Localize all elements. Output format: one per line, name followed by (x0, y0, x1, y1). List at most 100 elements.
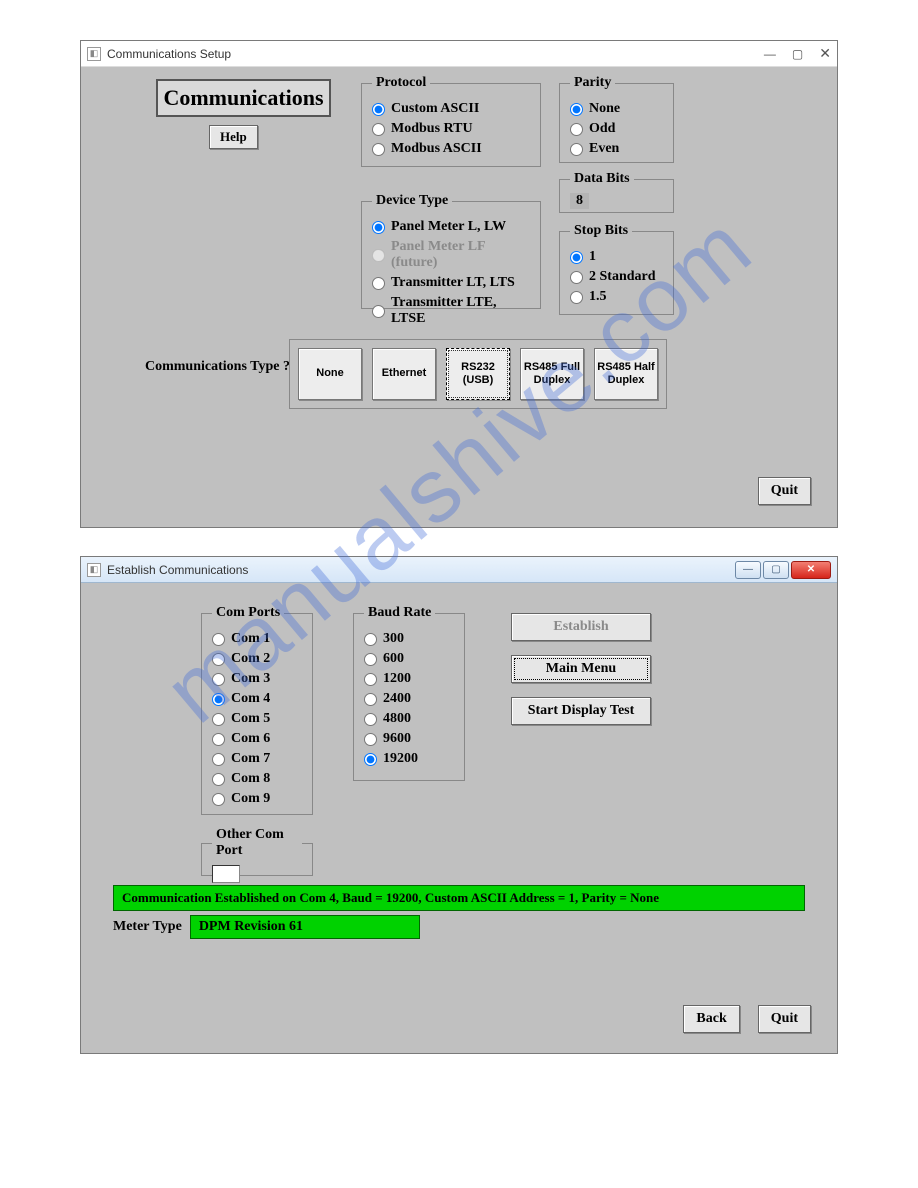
protocol-radio[interactable] (372, 143, 385, 156)
stopbits-radio[interactable] (570, 251, 583, 264)
comport-option[interactable]: Com 2 (212, 651, 302, 667)
group-parity-legend: Parity (570, 75, 615, 91)
group-protocol-legend: Protocol (372, 75, 430, 91)
device-option[interactable]: Panel Meter L, LW (372, 219, 530, 235)
close-icon[interactable]: ✕ (819, 45, 831, 62)
protocol-option[interactable]: Modbus RTU (372, 121, 530, 137)
baud-radio[interactable] (364, 673, 377, 686)
baud-option[interactable]: 9600 (364, 731, 454, 747)
comport-option[interactable]: Com 5 (212, 711, 302, 727)
parity-radio[interactable] (570, 143, 583, 156)
device-radio[interactable] (372, 277, 385, 290)
group-other-legend: Other Com Port (212, 827, 302, 859)
baud-radio[interactable] (364, 693, 377, 706)
group-baud-rate: Baud Rate 300600120024004800960019200 (353, 605, 465, 781)
bottom-buttons: Back Quit (683, 1005, 811, 1033)
commtype-button[interactable]: None (298, 348, 362, 400)
window-title: Communications Setup (107, 47, 231, 61)
maximize-icon[interactable]: ▢ (792, 47, 803, 61)
protocol-label: Modbus RTU (391, 121, 473, 137)
minimize-icon[interactable]: — (735, 561, 761, 579)
baud-option[interactable]: 19200 (364, 751, 454, 767)
stopbits-radio[interactable] (570, 291, 583, 304)
comport-option[interactable]: Com 4 (212, 691, 302, 707)
help-button[interactable]: Help (209, 125, 258, 149)
minimize-icon[interactable]: — (764, 47, 776, 61)
device-option[interactable]: Transmitter LT, LTS (372, 275, 530, 291)
comport-radio[interactable] (212, 673, 225, 686)
baud-option[interactable]: 600 (364, 651, 454, 667)
establish-button[interactable]: Establish (511, 613, 651, 641)
baud-radio[interactable] (364, 753, 377, 766)
stopbits-label: 2 Standard (589, 269, 656, 285)
protocol-radio[interactable] (372, 123, 385, 136)
comport-radio[interactable] (212, 773, 225, 786)
start-display-test-button[interactable]: Start Display Test (511, 697, 651, 725)
baud-option[interactable]: 4800 (364, 711, 454, 727)
comport-radio[interactable] (212, 793, 225, 806)
stopbits-option[interactable]: 1 (570, 249, 663, 265)
stopbits-radio[interactable] (570, 271, 583, 284)
baud-option[interactable]: 1200 (364, 671, 454, 687)
comport-label: Com 5 (231, 711, 270, 727)
comport-option[interactable]: Com 6 (212, 731, 302, 747)
comport-radio[interactable] (212, 633, 225, 646)
comport-option[interactable]: Com 3 (212, 671, 302, 687)
baud-radio[interactable] (364, 653, 377, 666)
comport-radio[interactable] (212, 753, 225, 766)
baud-option[interactable]: 2400 (364, 691, 454, 707)
stopbits-option[interactable]: 2 Standard (570, 269, 663, 285)
meter-type-value: DPM Revision 61 (190, 915, 420, 939)
comport-label: Com 3 (231, 671, 270, 687)
commtype-label: Communications Type ? (145, 359, 290, 375)
maximize-icon[interactable]: ▢ (763, 561, 789, 579)
commtype-button[interactable]: RS485 Half Duplex (594, 348, 658, 400)
titlebar: ◧ Establish Communications — ▢ ✕ (81, 557, 837, 583)
baud-label: 19200 (383, 751, 418, 767)
quit-button[interactable]: Quit (758, 477, 811, 505)
commtype-button[interactable]: RS232 (USB) (446, 348, 510, 400)
commtype-button[interactable]: RS485 Full Duplex (520, 348, 584, 400)
titlebar: ◧ Communications Setup — ▢ ✕ (81, 41, 837, 67)
comport-option[interactable]: Com 8 (212, 771, 302, 787)
parity-option[interactable]: Odd (570, 121, 663, 137)
stopbits-label: 1.5 (589, 289, 607, 305)
device-option[interactable]: Transmitter LTE, LTSE (372, 295, 530, 327)
group-other-com-port: Other Com Port (201, 827, 313, 876)
baud-radio[interactable] (364, 713, 377, 726)
quit-button[interactable]: Quit (758, 1005, 811, 1033)
baud-option[interactable]: 300 (364, 631, 454, 647)
protocol-option[interactable]: Custom ASCII (372, 101, 530, 117)
stopbits-option[interactable]: 1.5 (570, 289, 663, 305)
parity-label: None (589, 101, 620, 117)
comport-label: Com 1 (231, 631, 270, 647)
parity-radio[interactable] (570, 123, 583, 136)
comport-option[interactable]: Com 1 (212, 631, 302, 647)
protocol-option[interactable]: Modbus ASCII (372, 141, 530, 157)
stopbits-label: 1 (589, 249, 596, 265)
device-radio[interactable] (372, 305, 385, 318)
group-device-legend: Device Type (372, 193, 452, 209)
parity-option[interactable]: None (570, 101, 663, 117)
baud-label: 2400 (383, 691, 411, 707)
comport-radio[interactable] (212, 653, 225, 666)
baud-radio[interactable] (364, 733, 377, 746)
comport-radio[interactable] (212, 733, 225, 746)
baud-label: 4800 (383, 711, 411, 727)
device-radio[interactable] (372, 221, 385, 234)
comport-radio[interactable] (212, 693, 225, 706)
close-icon[interactable]: ✕ (791, 561, 831, 579)
device-label: Transmitter LTE, LTSE (391, 295, 530, 327)
back-button[interactable]: Back (683, 1005, 739, 1033)
parity-radio[interactable] (570, 103, 583, 116)
baud-radio[interactable] (364, 633, 377, 646)
comport-radio[interactable] (212, 713, 225, 726)
main-menu-button[interactable]: Main Menu (511, 655, 651, 683)
commtype-button[interactable]: Ethernet (372, 348, 436, 400)
baud-label: 9600 (383, 731, 411, 747)
comport-option[interactable]: Com 7 (212, 751, 302, 767)
other-com-port-input[interactable] (212, 865, 240, 883)
protocol-radio[interactable] (372, 103, 385, 116)
comport-option[interactable]: Com 9 (212, 791, 302, 807)
parity-option[interactable]: Even (570, 141, 663, 157)
